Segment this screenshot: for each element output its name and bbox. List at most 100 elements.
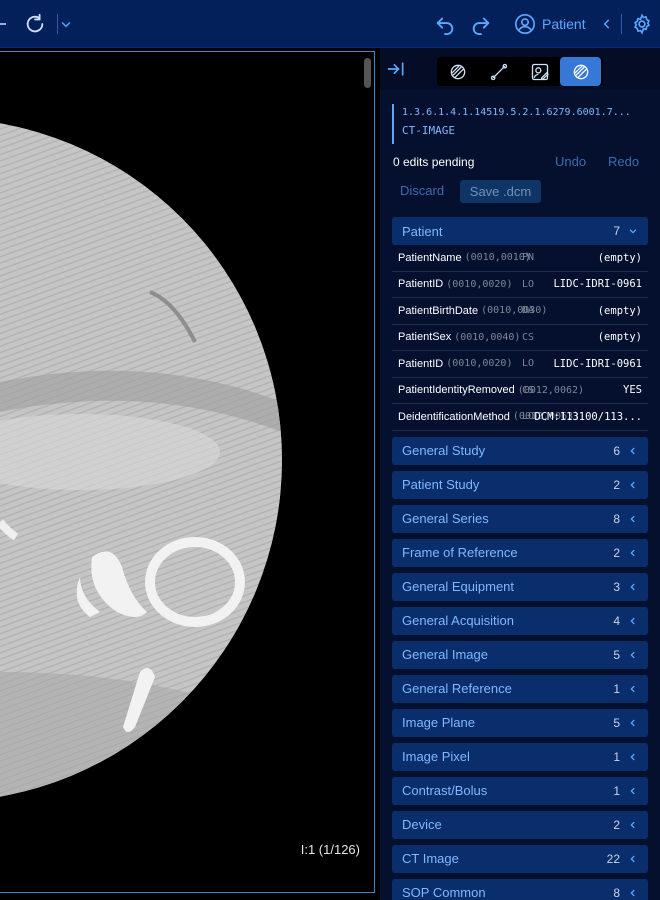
- save-dcm-button[interactable]: Save .dcm: [460, 180, 541, 203]
- attribute-value[interactable]: (empty): [598, 331, 642, 343]
- chevron-left-icon: [630, 481, 635, 488]
- group-name: General Equipment: [402, 579, 515, 594]
- group-count: 5: [613, 647, 620, 662]
- attribute-name: PatientID: [398, 357, 444, 370]
- panel-toolbar: [380, 48, 660, 90]
- attribute-name: PatientName: [398, 251, 462, 264]
- attribute-tag: (0010,0020): [446, 358, 513, 370]
- attribute-list: PatientName (0010,0010) PN (empty) PatientID…: [392, 245, 648, 431]
- group-name: General Image: [402, 647, 488, 662]
- attribute-row[interactable]: PatientID (0010,0020) LO LIDC-IDRI-0961: [392, 351, 648, 378]
- attribute-name: DeidentificationMethod: [398, 410, 510, 423]
- chevron-left-icon: [630, 447, 635, 454]
- segmentation-tool-button[interactable]: [437, 57, 478, 86]
- group-header[interactable]: CT Image 22: [392, 844, 648, 873]
- redo-icon[interactable]: [469, 12, 493, 36]
- reset-icon[interactable]: [23, 12, 47, 36]
- group-header[interactable]: Patient Study 2: [392, 470, 648, 499]
- group-header[interactable]: Contrast/Bolus 1: [392, 776, 648, 805]
- group-count: 1: [613, 681, 620, 696]
- attribute-value[interactable]: (empty): [598, 305, 642, 317]
- chevron-left-icon: [630, 617, 635, 624]
- user-icon: [515, 14, 535, 34]
- attribute-row[interactable]: PatientIdentityRemoved (0012,0062) CS YES: [392, 378, 648, 404]
- attribute-value[interactable]: DCM:113100/113...: [535, 411, 642, 423]
- group-header[interactable]: General Image 5: [392, 640, 648, 669]
- viewport-scrollbar[interactable]: [364, 58, 371, 88]
- image-viewport[interactable]: I:1 (1/126): [0, 51, 375, 893]
- group-name: General Acquisition: [402, 613, 515, 628]
- hatched-circle-icon: [450, 64, 465, 79]
- chevron-down-icon[interactable]: [59, 12, 73, 36]
- gear-icon[interactable]: [630, 12, 654, 36]
- group-name: General Series: [402, 511, 489, 526]
- top-toolbar: Patient: [0, 0, 660, 48]
- attribute-row[interactable]: DeidentificationMethod (0012,0063) LO DCM:1…: [392, 404, 648, 431]
- redo-button[interactable]: Redo: [608, 154, 639, 169]
- collapsed-group-list: General Study 6 Patient Study 2 General Seri…: [392, 436, 648, 900]
- discard-button[interactable]: Discard: [400, 183, 444, 198]
- group-name: CT Image: [402, 851, 459, 866]
- attribute-tag: (0010,0020): [446, 278, 513, 290]
- patient-button-label: Patient: [542, 16, 586, 32]
- group-header[interactable]: General Study 6: [392, 436, 648, 465]
- attribute-row[interactable]: PatientBirthDate (0010,0030) DA (empty): [392, 298, 648, 325]
- modality-label: CT-IMAGE: [402, 124, 455, 137]
- chevron-left-icon: [630, 583, 635, 590]
- group-count: 2: [613, 477, 620, 492]
- collapse-panel-icon[interactable]: [386, 59, 406, 79]
- attribute-value[interactable]: LIDC-IDRI-0961: [553, 358, 642, 370]
- attribute-row[interactable]: PatientSex (0010,0040) CS (empty): [392, 325, 648, 351]
- tag-browser-tool-button[interactable]: [560, 57, 601, 86]
- group-header[interactable]: Device 2: [392, 810, 648, 839]
- group-count: 2: [613, 545, 620, 560]
- chevron-left-icon: [630, 549, 635, 556]
- undo-button[interactable]: Undo: [555, 154, 586, 169]
- group-header[interactable]: General Acquisition 4: [392, 606, 648, 635]
- annotate-tool-button[interactable]: [519, 57, 560, 86]
- group-header[interactable]: Image Pixel 1: [392, 742, 648, 771]
- undo-icon[interactable]: [433, 12, 457, 36]
- sop-instance-uid: 1.3.6.1.4.1.14519.5.2.1.6279.6001.7...: [402, 107, 631, 118]
- measure-tool-button[interactable]: [478, 57, 519, 86]
- attribute-value[interactable]: YES: [623, 384, 642, 396]
- attribute-row[interactable]: PatientName (0010,0010) PN (empty): [392, 245, 648, 272]
- group-header-patient[interactable]: Patient 7: [392, 217, 648, 245]
- user-edit-icon: [531, 63, 549, 80]
- group-header[interactable]: Image Plane 5: [392, 708, 648, 737]
- group-header[interactable]: General Series 8: [392, 504, 648, 533]
- frame-index-label: I:1 (1/126): [300, 842, 360, 857]
- attribute-name: PatientID: [398, 278, 444, 291]
- chevron-left-icon: [630, 515, 635, 522]
- tag-groups: Patient 7 PatientName (0010,0010) PN (empty…: [392, 217, 648, 900]
- group-name: SOP Common: [402, 885, 486, 900]
- patient-info-button[interactable]: Patient: [514, 10, 614, 38]
- group-header[interactable]: Frame of Reference 2: [392, 538, 648, 567]
- chevron-left-icon: [630, 787, 635, 794]
- group-header[interactable]: General Reference 1: [392, 674, 648, 703]
- attribute-value[interactable]: (empty): [598, 252, 642, 264]
- attribute-vr: LO: [522, 358, 535, 370]
- dicom-tag-panel: 1.3.6.1.4.1.14519.5.2.1.6279.6001.7... C…: [380, 48, 660, 900]
- attribute-name: PatientIdentityRemoved: [398, 384, 515, 397]
- group-name: General Study: [402, 443, 486, 458]
- group-header[interactable]: SOP Common 8: [392, 878, 648, 900]
- group-count: 1: [613, 783, 620, 798]
- attribute-row[interactable]: PatientID (0010,0020) LO LIDC-IDRI-0961: [392, 272, 648, 298]
- attribute-name: PatientSex: [398, 331, 452, 344]
- attribute-vr: LO: [522, 278, 535, 290]
- group-count: 3: [613, 579, 620, 594]
- attribute-vr: CS: [522, 384, 535, 396]
- edits-pending-text: 0 edits pending: [393, 155, 475, 169]
- group-header[interactable]: General Equipment 3: [392, 572, 648, 601]
- group-name: Frame of Reference: [402, 545, 518, 560]
- toolbar-divider: [621, 14, 622, 34]
- group-count: 8: [613, 511, 620, 526]
- attribute-value[interactable]: LIDC-IDRI-0961: [553, 278, 642, 290]
- group-count: 6: [613, 443, 620, 458]
- chevron-left-icon: [630, 821, 635, 828]
- hatched-circle-icon: [573, 64, 588, 79]
- group-count: 7: [613, 224, 620, 238]
- truncated-tool-fragment: [0, 23, 6, 25]
- group-name: Patient Study: [402, 477, 480, 492]
